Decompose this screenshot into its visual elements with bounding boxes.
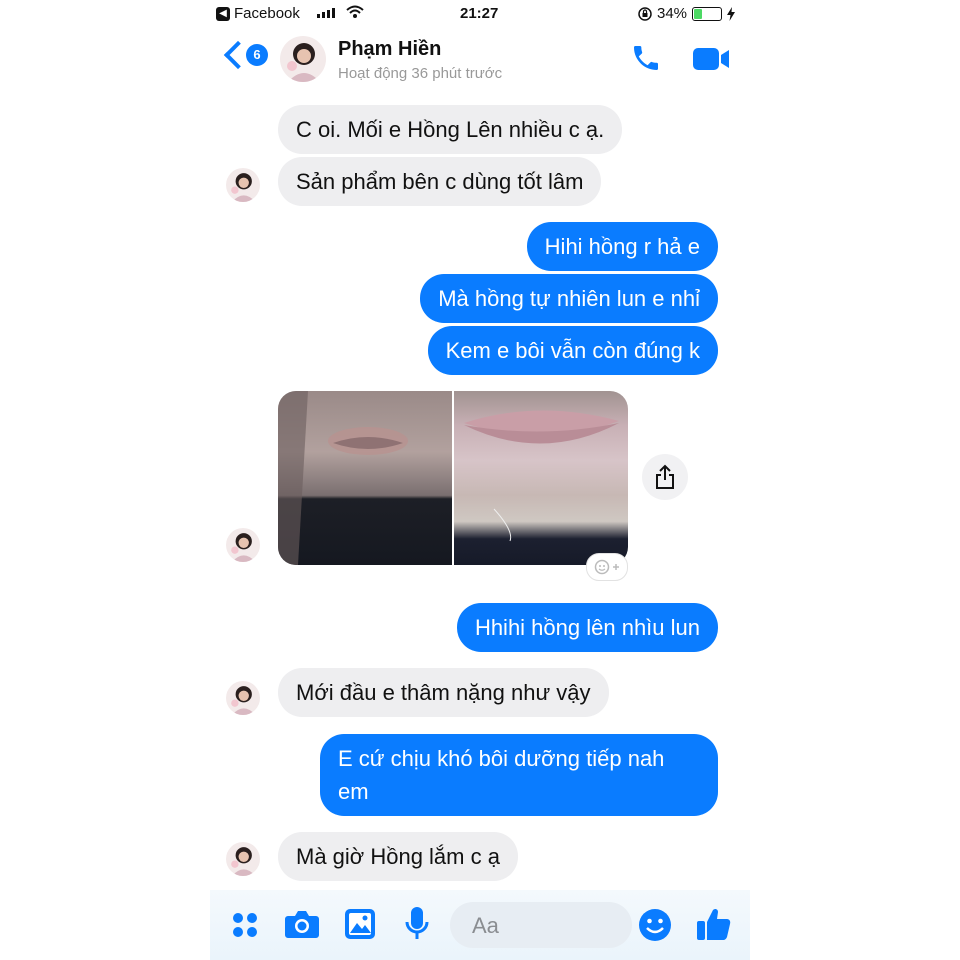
message-bubble-incoming[interactable]: Mà giờ Hồng lắm c ạ <box>278 832 518 881</box>
emoji-icon[interactable] <box>638 908 672 942</box>
phone-icon[interactable] <box>630 42 662 74</box>
share-button[interactable] <box>642 454 688 500</box>
signal-icon <box>317 8 335 18</box>
sender-avatar[interactable] <box>226 681 260 715</box>
microphone-icon[interactable] <box>404 906 430 942</box>
thumbs-up-icon[interactable] <box>696 906 732 942</box>
battery-percent: 34% <box>657 5 688 22</box>
message-bubble-outgoing[interactable]: E cứ chịu khó bôi dưỡng tiếp nah em <box>320 734 718 816</box>
status-right: 34% <box>638 5 736 22</box>
charging-icon <box>727 6 736 21</box>
composer-bar: Aa <box>210 890 750 960</box>
back-chevron-icon <box>223 40 253 70</box>
sender-avatar[interactable] <box>226 528 260 562</box>
message-input[interactable]: Aa <box>450 902 632 948</box>
messenger-screen: ◀ Facebook 21:27 34% 6 Phạm Hiền Hoạt độ… <box>210 0 750 960</box>
back-to-app[interactable]: ◀ Facebook <box>216 5 300 22</box>
contact-active-status: Hoạt động 36 phút trước <box>338 65 503 82</box>
menu-dots-icon[interactable] <box>230 910 260 940</box>
lock-rotation-icon <box>638 6 652 21</box>
avatar-photo <box>226 528 260 562</box>
message-line: em <box>338 779 369 804</box>
add-reaction-button[interactable] <box>586 553 628 581</box>
sender-avatar[interactable] <box>226 168 260 202</box>
facebook-back-icon: ◀ <box>216 6 230 21</box>
chat-header: 6 Phạm Hiền Hoạt động 36 phút trước <box>210 28 750 92</box>
wifi-icon <box>346 5 364 18</box>
add-reaction-icon <box>594 559 619 575</box>
battery-fill <box>694 8 703 19</box>
message-bubble-outgoing[interactable]: Mà hồng tự nhiên lun e nhỉ <box>420 274 718 323</box>
message-input-placeholder: Aa <box>472 913 499 938</box>
message-bubble-outgoing[interactable]: Hihi hồng r hả e <box>526 222 718 271</box>
contact-name[interactable]: Phạm Hiền <box>338 38 441 61</box>
status-bar: ◀ Facebook 21:27 34% <box>210 0 750 28</box>
avatar-photo <box>226 168 260 202</box>
back-app-label: Facebook <box>234 5 300 22</box>
video-icon[interactable] <box>692 46 730 72</box>
clock: 21:27 <box>460 5 499 22</box>
message-bubble-incoming[interactable]: C oi. Mối e Hồng Lên nhiều c ạ. <box>278 105 623 154</box>
back-button[interactable]: 6 <box>220 40 268 70</box>
message-bubble-outgoing[interactable]: Kem e bôi vẫn còn đúng k <box>427 326 718 375</box>
shared-photo-before[interactable] <box>278 391 452 565</box>
contact-avatar[interactable] <box>280 36 326 82</box>
message-line: E cứ chịu khó bôi dưỡng tiếp nah <box>338 746 665 771</box>
sender-avatar[interactable] <box>226 842 260 876</box>
gallery-icon[interactable] <box>344 908 376 940</box>
camera-icon[interactable] <box>284 908 320 940</box>
photo-content <box>464 410 619 542</box>
battery-icon <box>692 6 723 21</box>
message-bubble-outgoing[interactable]: Hhihi hồng lên nhìu lun <box>456 603 718 652</box>
avatar-photo <box>226 681 260 715</box>
avatar-photo <box>280 36 326 82</box>
photo-content <box>278 391 408 565</box>
avatar-photo <box>226 842 260 876</box>
message-bubble-incoming[interactable]: Mới đầu e thâm nặng như vậy <box>278 668 609 717</box>
shared-photo-after[interactable] <box>454 391 628 565</box>
message-bubble-incoming[interactable]: Sản phẩm bên c dùng tốt lâm <box>278 157 602 206</box>
share-icon <box>656 464 674 489</box>
